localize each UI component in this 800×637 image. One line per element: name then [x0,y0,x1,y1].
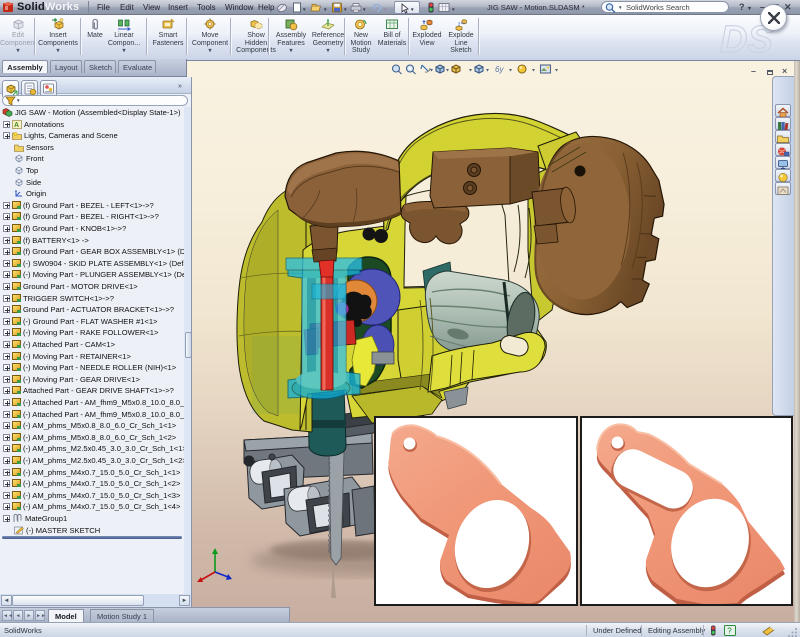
svg-text:?: ? [727,627,732,636]
svg-text:A: A [14,122,19,129]
